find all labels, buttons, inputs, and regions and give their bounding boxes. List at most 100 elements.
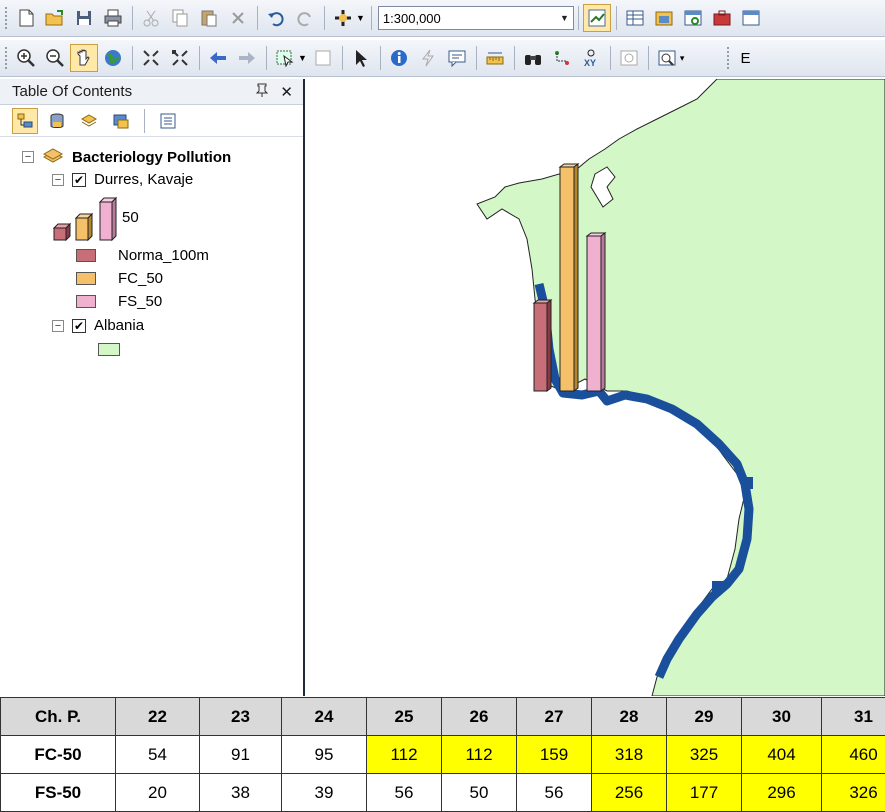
svg-text:XY: XY [584, 58, 596, 68]
time-slider-icon[interactable] [615, 44, 643, 72]
table-cell-highlighted: 460 [822, 736, 885, 774]
table-window-icon[interactable] [621, 4, 649, 32]
catalog-icon[interactable] [650, 4, 678, 32]
layer-group-row[interactable]: − Bacteriology Pollution [22, 147, 231, 167]
save-icon[interactable] [70, 4, 98, 32]
chevron-down-icon[interactable]: ▼ [560, 13, 569, 23]
layer-name: Albania [94, 317, 144, 334]
select-dropdown-icon[interactable]: ▼ [298, 53, 307, 63]
layer-row-durres[interactable]: − ✔ Durres, Kavaje [52, 171, 193, 188]
search-window-icon[interactable] [679, 4, 707, 32]
table-cell: 91 [200, 736, 282, 774]
cut-icon[interactable] [137, 4, 165, 32]
editor-toolbar-icon[interactable] [583, 4, 611, 32]
table-of-contents-panel: Table Of Contents ✕ − Bacterio [0, 79, 305, 696]
measure-ruler-icon[interactable] [481, 44, 509, 72]
table-header: 27 [517, 698, 592, 736]
list-by-visibility-icon[interactable] [76, 108, 102, 134]
new-document-icon[interactable] [12, 4, 40, 32]
hyperlink-lightning-icon[interactable] [414, 44, 442, 72]
options-icon[interactable] [155, 108, 181, 134]
legend-item: Norma_100m [76, 247, 209, 264]
toolbar-separator [578, 6, 579, 30]
arctoolbox-icon[interactable] [708, 4, 736, 32]
find-route-icon[interactable] [548, 44, 576, 72]
table-row: FS-50 20 38 39 56 50 56 256 177 296 326 [1, 774, 885, 812]
table-header: 31 [822, 698, 885, 736]
table-header: 28 [592, 698, 667, 736]
zoom-in-icon[interactable] [12, 44, 40, 72]
table-cell: 50 [442, 774, 517, 812]
layer-visibility-checkbox[interactable]: ✔ [72, 319, 86, 333]
pan-hand-icon[interactable] [70, 44, 98, 72]
paste-icon[interactable] [195, 4, 223, 32]
go-to-xy-icon[interactable]: XY [577, 44, 605, 72]
table-cell: 56 [517, 774, 592, 812]
select-elements-pointer-icon[interactable] [347, 44, 375, 72]
layer-name: Durres, Kavaje [94, 171, 193, 188]
delete-icon[interactable] [224, 4, 252, 32]
list-by-source-icon[interactable] [44, 108, 70, 134]
map-canvas[interactable] [307, 79, 885, 696]
overflow-chevron-icon[interactable]: ▾ [680, 53, 685, 64]
layer-row-albania[interactable]: − ✔ Albania [52, 317, 144, 334]
add-data-icon[interactable] [329, 4, 357, 32]
toolbar-separator [132, 46, 133, 70]
python-window-icon[interactable] [737, 4, 765, 32]
toolbar-separator [371, 6, 372, 30]
go-forward-arrow-icon[interactable] [233, 44, 261, 72]
toolbar-grip[interactable] [4, 46, 8, 70]
table-row: FC-50 54 91 95 112 112 159 318 325 404 4… [1, 736, 885, 774]
tools-toolbar: ▼ XY ▾ E [0, 40, 885, 77]
copy-icon[interactable] [166, 4, 194, 32]
table-header: 24 [282, 698, 367, 736]
legend-label: Norma_100m [118, 247, 209, 264]
redo-icon[interactable] [291, 4, 319, 32]
toolbar-separator [616, 6, 617, 30]
coastline-marker [743, 477, 753, 489]
standard-toolbar: ▼ 1:300,000 ▼ [0, 0, 885, 37]
table-cell: 38 [200, 774, 282, 812]
fixed-zoom-in-icon[interactable] [137, 44, 165, 72]
legend-swatch [98, 343, 120, 356]
toc-title: Table Of Contents [12, 83, 132, 100]
toolbar-grip[interactable] [4, 6, 8, 30]
toolbar-separator [648, 46, 649, 70]
toolbar-separator [257, 6, 258, 30]
table-cell-highlighted: 318 [592, 736, 667, 774]
editor-toolbar-label[interactable]: E [740, 50, 750, 67]
fixed-zoom-out-icon[interactable] [166, 44, 194, 72]
identify-info-icon[interactable] [385, 44, 413, 72]
toolbar-separator [144, 109, 145, 133]
html-popup-icon[interactable] [443, 44, 471, 72]
find-binoculars-icon[interactable] [519, 44, 547, 72]
zoom-out-icon[interactable] [41, 44, 69, 72]
magnifier-window-icon[interactable] [653, 44, 681, 72]
open-folder-icon[interactable] [41, 4, 69, 32]
list-by-drawing-order-icon[interactable] [12, 108, 38, 134]
collapse-icon[interactable]: − [52, 174, 64, 186]
table-cell: 95 [282, 736, 367, 774]
pin-icon[interactable] [256, 83, 268, 101]
toolbar-separator [132, 6, 133, 30]
collapse-icon[interactable]: − [52, 320, 64, 332]
add-data-dropdown-icon[interactable]: ▼ [356, 13, 365, 23]
select-features-icon[interactable] [271, 44, 299, 72]
collapse-icon[interactable]: − [22, 151, 34, 163]
map-view[interactable] [307, 79, 885, 696]
toolbar-grip[interactable] [726, 46, 730, 70]
undo-icon[interactable] [262, 4, 290, 32]
list-by-selection-icon[interactable] [108, 108, 134, 134]
layer-visibility-checkbox[interactable]: ✔ [72, 173, 86, 187]
close-icon[interactable]: ✕ [280, 83, 293, 101]
clear-selection-icon[interactable] [309, 44, 337, 72]
toolbar-separator [476, 46, 477, 70]
legend-label: FC_50 [118, 270, 163, 287]
print-icon[interactable] [99, 4, 127, 32]
map-scale-combobox[interactable]: 1:300,000 ▼ [378, 6, 574, 30]
bar-fc-50 [560, 167, 574, 391]
toolbar-separator [324, 6, 325, 30]
go-back-arrow-icon[interactable] [204, 44, 232, 72]
full-extent-globe-icon[interactable] [99, 44, 127, 72]
table-cell-highlighted: 112 [442, 736, 517, 774]
